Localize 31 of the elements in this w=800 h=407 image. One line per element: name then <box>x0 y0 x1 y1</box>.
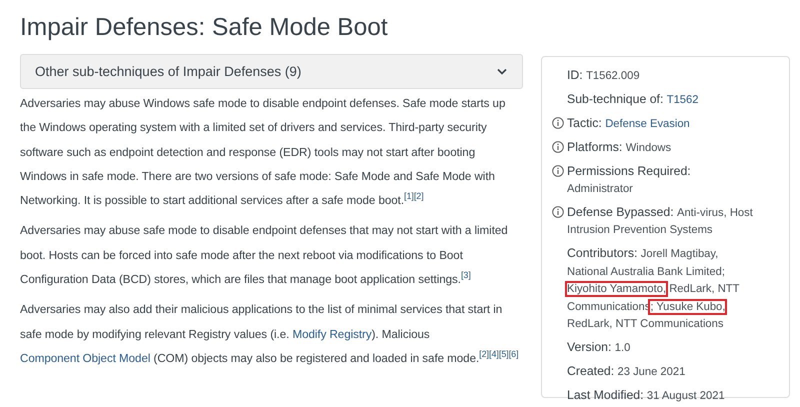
info-icon[interactable] <box>552 117 564 129</box>
info-field: Tactic: Defense Evasion <box>567 115 753 132</box>
info-icon[interactable] <box>552 141 564 153</box>
info-icon[interactable] <box>552 206 564 218</box>
chevron-icon <box>496 68 508 76</box>
info-field: Platforms: Windows <box>567 139 753 156</box>
info-field: Contributors: Jorell Magtibay, National Australia Bank Limited; Kiyohito Yamamoto, RedLark, NTT Communications; Yusuke Kubo, RedLark, NTT Communications <box>567 245 753 332</box>
citation-link[interactable]: [3] <box>460 270 471 280</box>
citation-link[interactable]: [2] <box>414 191 424 202</box>
citation-link[interactable]: [5] <box>498 349 509 360</box>
info-field: Version: 1.0 <box>567 339 753 356</box>
highlighted-name: Kiyohito Yamamoto, <box>567 283 666 295</box>
inline-link[interactable]: T1562 <box>666 94 698 106</box>
info-icon[interactable] <box>552 165 564 177</box>
inline-link[interactable]: Modify Registry <box>292 328 372 341</box>
citation-link[interactable]: [1] <box>404 191 414 202</box>
page-title: Impair Defenses: Safe Mode Boot <box>20 14 389 42</box>
info-field: Created: 23 June 2021 <box>567 363 753 380</box>
citation-link[interactable]: [6] <box>508 349 519 360</box>
info-field: Permissions Required: Administrator <box>567 163 753 197</box>
inline-link[interactable]: Component Object Model <box>20 352 150 365</box>
description-paragraph: Adversaries may abuse safe mode to disable endpoint defenses that may not start with a limited boot. Hosts can be forced into safe mode after the next reboot via modifications to Boot Configuration Data (BCD) stores, which are files that manage boot application settings.$^{[3]}$ <box>20 223 509 288</box>
highlighted-name: ; Yusuke Kubo, <box>650 300 726 312</box>
citation-link[interactable]: [2] <box>479 349 490 360</box>
info-field: Last Modified: 31 August 2021 <box>567 387 753 404</box>
info-field: Defense Bypassed: Anti-virus, Host Intrusion Prevention Systems <box>567 204 753 238</box>
info-field: ID: T1562.009 <box>567 67 753 84</box>
citation-link[interactable]: [4] <box>489 349 499 360</box>
subtechniques-dropdown[interactable]: Other sub-techniques of Impair Defenses (9) <box>20 54 523 89</box>
info-field: Sub-technique of: T1562 <box>567 91 753 108</box>
inline-link[interactable]: Defense Evasion <box>605 118 690 130</box>
